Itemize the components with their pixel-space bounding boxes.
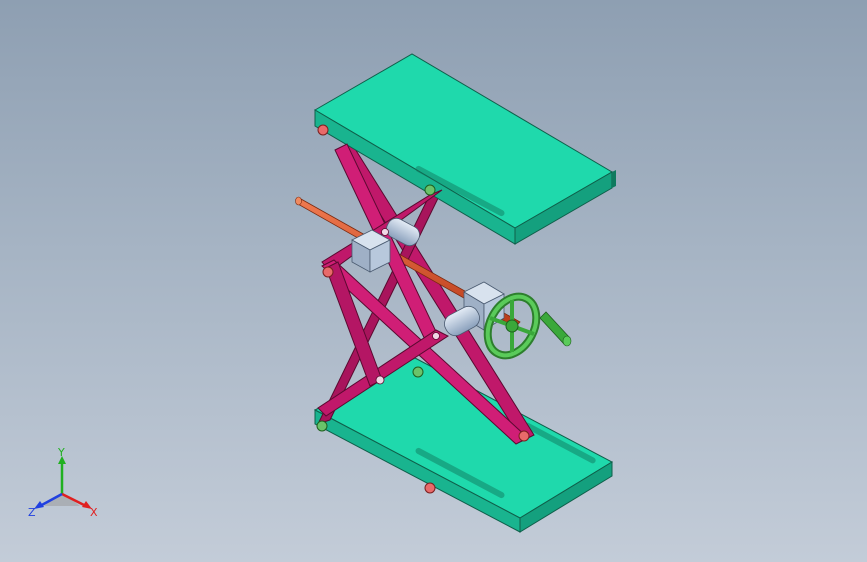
top-plate <box>314 53 616 245</box>
coordinate-triad: Y X Z <box>22 446 112 526</box>
y-axis-label: Y <box>57 446 65 459</box>
model-view[interactable] <box>0 0 867 562</box>
graphics-viewport[interactable]: Y X Z <box>0 0 867 562</box>
triad-icon: Y X Z <box>28 446 98 519</box>
x-axis-label: X <box>90 506 98 519</box>
z-axis-label: Z <box>28 506 36 519</box>
